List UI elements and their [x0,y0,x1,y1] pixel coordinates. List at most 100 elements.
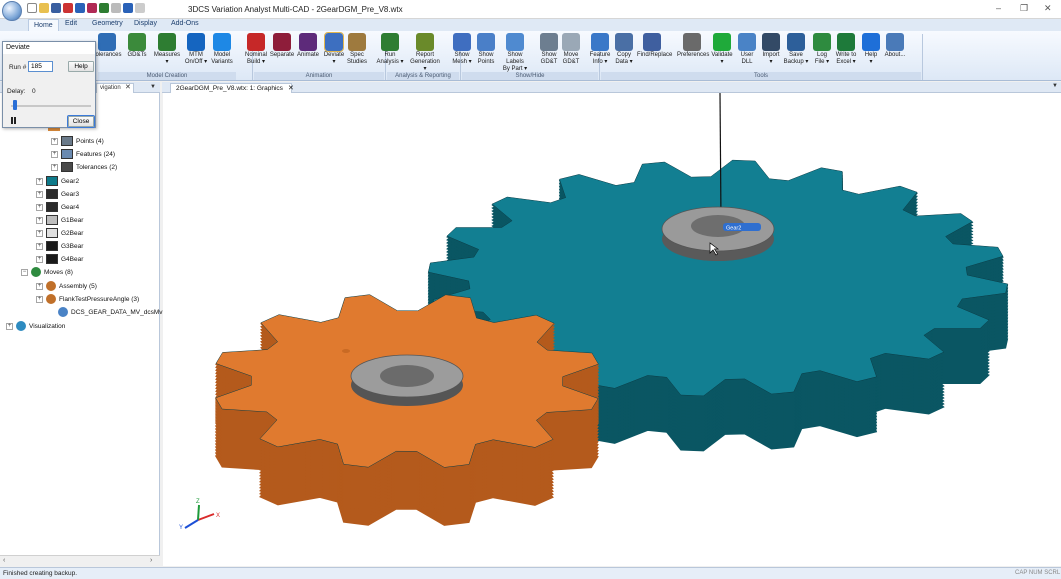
graphics-viewport[interactable]: Gear2 X Z Y [163,93,1061,566]
run-number-input[interactable] [28,61,53,72]
measures-button[interactable]: Measures ▾ [152,33,182,66]
tree-expand-icon[interactable]: + [51,150,58,158]
app-menu-button[interactable] [2,1,22,21]
model-variants-icon [213,33,231,51]
tree-item[interactable]: + Tolerances (2) [51,161,117,173]
horizontal-scrollbar[interactable]: ‹ › [0,555,160,567]
tree-expand-icon[interactable]: + [36,216,43,224]
tree-item[interactable]: + G2Bear [36,227,83,239]
panel-dropdown-icon[interactable]: ▼ [150,83,156,92]
tree-item[interactable]: + Visualization [6,320,65,332]
tab-graphics[interactable]: 2GearDGM_Pre_V8.wtx: 1: Graphics ✕ [170,83,294,93]
show-labels-button[interactable]: Show Labels By Part ▾ [500,33,530,73]
tolerances-button[interactable]: Tolerances [92,33,122,59]
tree-expand-icon[interactable]: + [36,177,43,185]
pause-icon[interactable] [9,116,18,125]
help-button[interactable]: Help [68,61,94,72]
rotate-icon[interactable] [123,3,133,13]
tab-add-ons[interactable]: Add-Ons [171,20,199,27]
tree-expand-icon[interactable]: + [36,295,43,303]
scroll-left-icon[interactable]: ‹ [3,557,5,564]
assembly-icon [46,281,56,291]
tree-item[interactable]: + Gear3 [36,188,79,200]
about-button[interactable]: About... [880,33,910,59]
tab-geometry[interactable]: Geometry [92,20,123,27]
run-analysis-button[interactable]: Run Analysis ▾ [375,33,405,66]
tree-item-label: G4Bear [61,255,84,263]
tab-edit[interactable]: Edit [65,20,77,27]
move-gdt-button[interactable]: Move GD&T [556,33,586,66]
tree-item[interactable]: + Points (4) [51,135,104,147]
part-icon [46,176,58,186]
tree-item-label: G1Bear [61,216,84,224]
tree-expand-icon[interactable]: + [6,322,13,330]
validate-icon [713,33,731,51]
report-generation-label: Report Generation ▾ [410,52,440,72]
open-folder-icon[interactable] [39,3,49,13]
copy-data-button[interactable]: Copy Data ▾ [609,33,639,66]
show-points-button[interactable]: Show Points [471,33,501,66]
part-icon [46,189,58,199]
tree-item[interactable]: − Moves (8) [21,266,73,278]
show-points-label: Show Points [477,52,495,65]
feature-info-icon [591,33,609,51]
orange-gear[interactable] [214,294,600,526]
status-text: Finished creating backup. [3,570,78,577]
flag-icon[interactable] [87,3,97,13]
tree-item[interactable]: + G1Bear [36,214,83,226]
find-replace-button[interactable]: Find/Replace [637,33,672,59]
tree-expand-icon[interactable]: + [36,255,43,263]
tree-expand-icon[interactable]: + [36,203,43,211]
scroll-right-icon[interactable]: › [150,557,152,564]
gdts-button[interactable]: GD&Ts [122,33,152,59]
close-dialog-button[interactable]: Close [67,115,95,128]
write-to-excel-icon [837,33,855,51]
tolerances-label: Tolerances [92,52,122,58]
tab-display[interactable]: Display [134,20,157,27]
group-separator [922,34,923,80]
arrow-up-icon[interactable] [99,3,109,13]
model-variants-button[interactable]: Model Variants [207,33,237,66]
dialog-title: Deviate [3,42,95,54]
tree-item[interactable]: + Assembly (5) [36,280,97,292]
gear-scene: Gear2 X Z Y [179,93,1009,531]
close-panel-tab-icon[interactable]: ✕ [125,83,131,92]
run-analysis-label: Run Analysis ▾ [376,52,404,65]
tree-item[interactable]: + Gear2 [36,175,79,187]
tree-item[interactable]: + Features (24) [51,148,115,160]
redo-icon[interactable] [111,3,121,13]
tree-expand-icon[interactable]: + [51,163,58,171]
gdts-label: GD&Ts [127,52,147,58]
delay-slider-thumb[interactable] [12,100,17,110]
tree-expand-icon[interactable]: + [36,190,43,198]
tree-item[interactable]: + G4Bear [36,253,83,265]
close-graphics-tab-icon[interactable]: ✕ [288,84,294,93]
tree-item[interactable]: + FlankTestPressureAngle (3) [36,293,139,305]
tree-expand-icon[interactable]: + [51,137,58,145]
save-icon[interactable] [51,3,61,13]
axis-y-label: Y [179,525,183,531]
tree-item[interactable]: DCS_GEAR_DATA_MV_dcsMvDo [48,306,171,318]
spec-studies-button[interactable]: Spec Studies [342,33,372,66]
tree-item[interactable]: + G3Bear [36,240,83,252]
tab-home[interactable]: Home [28,19,59,31]
new-file-icon[interactable] [27,3,37,13]
document-dropdown-icon[interactable]: ▼ [1052,83,1058,89]
minimize-button[interactable]: – [996,3,1001,13]
tree-expand-icon[interactable]: + [36,282,43,290]
dropdown-icon[interactable] [135,3,145,13]
features-icon [61,149,73,159]
tree-item[interactable]: + Gear4 [36,201,79,213]
tree-item-label: FlankTestPressureAngle (3) [59,295,140,303]
undo-icon[interactable] [75,3,85,13]
close-doc-icon[interactable] [63,3,73,13]
tree-expand-icon[interactable]: + [36,229,43,237]
close-window-button[interactable]: ✕ [1044,3,1052,14]
restore-button[interactable]: ❐ [1020,3,1028,14]
delay-slider-track[interactable] [11,105,91,107]
nominal-build-icon [247,33,265,51]
preferences-button[interactable]: Preferences [677,33,709,59]
tree-expand-icon[interactable]: − [21,268,28,276]
report-generation-button[interactable]: Report Generation ▾ [410,33,440,73]
tree-expand-icon[interactable]: + [36,242,43,250]
